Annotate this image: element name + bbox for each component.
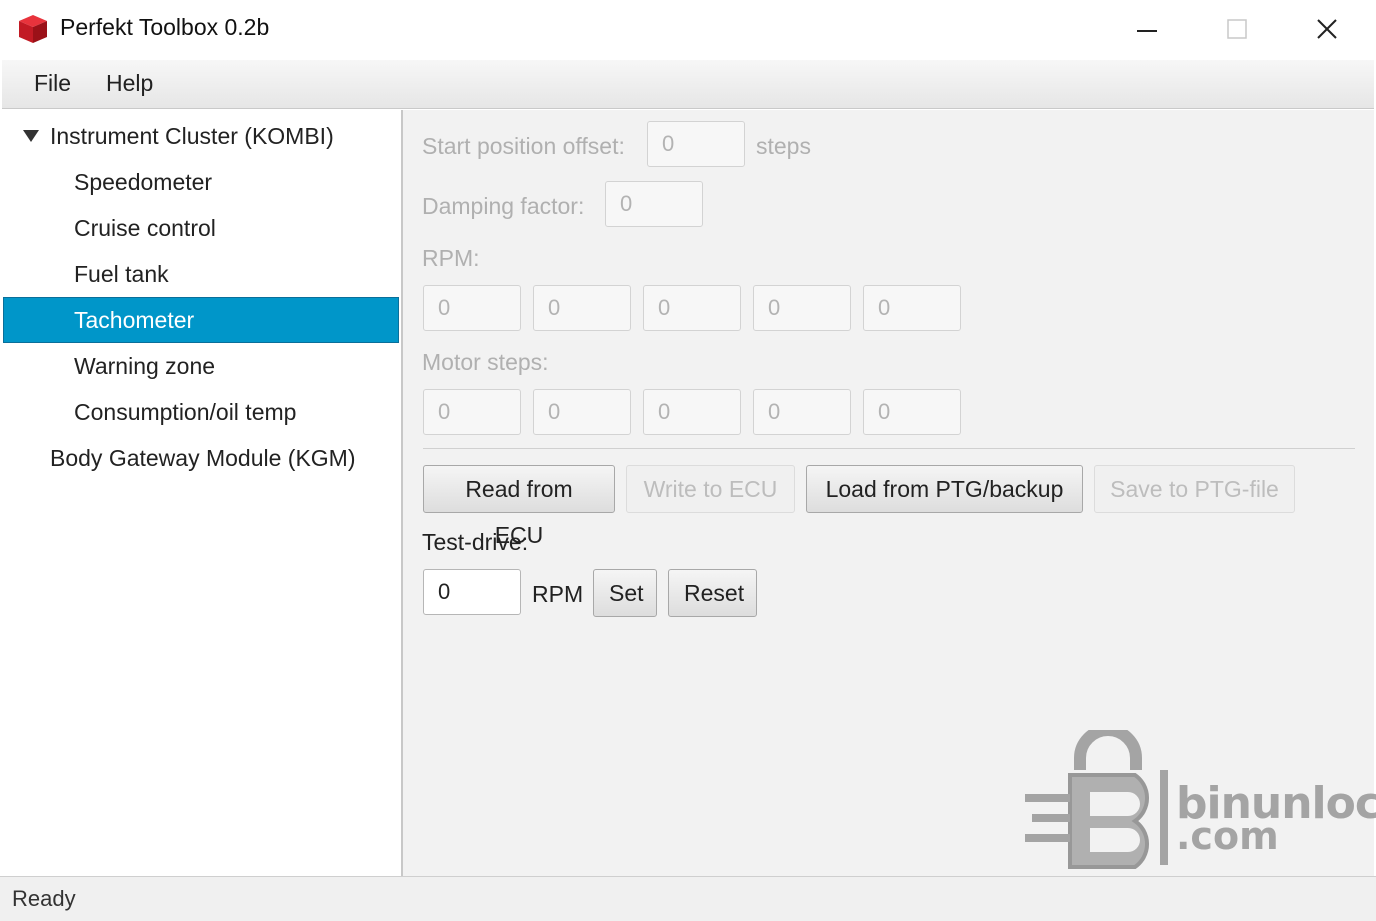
title-bar: Perfekt Toolbox 0.2b: [0, 0, 1376, 60]
tree-item-label: Cruise control: [74, 214, 216, 241]
rpm-input-1[interactable]: 0: [423, 285, 521, 331]
tree-item-cruise-control[interactable]: Cruise control: [3, 205, 399, 251]
start-offset-label: Start position offset:: [422, 133, 625, 159]
divider: [423, 448, 1355, 449]
tree-item-instrument-cluster[interactable]: Instrument Cluster (KOMBI): [3, 113, 399, 159]
motor-steps-input-3[interactable]: 0: [643, 389, 741, 435]
status-bar: Ready: [0, 876, 1376, 921]
rpm-input-3[interactable]: 0: [643, 285, 741, 331]
rpm-input-5[interactable]: 0: [863, 285, 961, 331]
steps-unit-label: steps: [756, 133, 811, 159]
minimize-button[interactable]: [1102, 0, 1192, 58]
motor-steps-input-4[interactable]: 0: [753, 389, 851, 435]
motor-steps-input-2[interactable]: 0: [533, 389, 631, 435]
motor-steps-input-5[interactable]: 0: [863, 389, 961, 435]
watermark-domain: .com: [1176, 814, 1279, 858]
rpm-unit-label: RPM: [532, 581, 584, 607]
read-from-ecu-button[interactable]: Read from ECU: [423, 465, 615, 548]
set-button[interactable]: Set: [593, 569, 657, 617]
test-drive-rpm-input[interactable]: 0: [423, 569, 521, 615]
menu-help[interactable]: Help: [106, 70, 153, 97]
reset-button[interactable]: Reset: [668, 569, 757, 617]
maximize-icon: [1227, 19, 1247, 39]
tree-item-label: Body Gateway Module (KGM): [50, 444, 356, 471]
tree-item-label: Warning zone: [74, 352, 216, 379]
tree-item-tachometer[interactable]: Tachometer: [3, 297, 399, 343]
padlock-logo-icon: [1025, 724, 1168, 869]
tree-item-body-gateway-module[interactable]: Body Gateway Module (KGM): [3, 435, 399, 481]
rpm-input-2[interactable]: 0: [533, 285, 631, 331]
menu-file[interactable]: File: [34, 70, 71, 97]
save-to-ptg-file-button[interactable]: Save to PTG-file: [1094, 465, 1295, 513]
status-text: Ready: [12, 886, 76, 911]
close-icon: [1317, 19, 1337, 39]
tree-item-label: Consumption/oil temp: [74, 398, 297, 425]
tree-item-label: Fuel tank: [74, 260, 169, 287]
minimize-icon: [1137, 30, 1157, 32]
tree-item-consumption-oil-temp[interactable]: Consumption/oil temp: [3, 389, 399, 435]
load-from-ptg-button[interactable]: Load from PTG/backup: [806, 465, 1083, 513]
tree-item-fuel-tank[interactable]: Fuel tank: [3, 251, 399, 297]
motor-steps-input-1[interactable]: 0: [423, 389, 521, 435]
test-drive-label: Test-drive:: [422, 529, 529, 555]
navigation-tree: Instrument Cluster (KOMBI) Speedometer C…: [3, 110, 403, 876]
rpm-input-4[interactable]: 0: [753, 285, 851, 331]
tree-item-label: Instrument Cluster (KOMBI): [50, 122, 334, 149]
damping-factor-input[interactable]: 0: [605, 181, 703, 227]
rpm-label: RPM:: [422, 245, 480, 271]
start-offset-input[interactable]: 0: [647, 121, 745, 167]
expand-arrow-icon[interactable]: [23, 130, 39, 142]
red-cube-icon: [19, 15, 47, 43]
tree-item-speedometer[interactable]: Speedometer: [3, 159, 399, 205]
close-button[interactable]: [1282, 0, 1372, 58]
tree-item-warning-zone[interactable]: Warning zone: [3, 343, 399, 389]
write-to-ecu-button[interactable]: Write to ECU: [626, 465, 795, 513]
maximize-button[interactable]: [1192, 0, 1282, 58]
window-title: Perfekt Toolbox 0.2b: [60, 14, 270, 40]
tree-item-label: Speedometer: [74, 168, 213, 195]
menu-bar: File Help: [2, 60, 1374, 109]
binunlock-watermark: binunlock .com: [1020, 724, 1376, 870]
tree-item-label: Tachometer: [74, 306, 195, 333]
motor-steps-label: Motor steps:: [422, 349, 549, 375]
damping-factor-label: Damping factor:: [422, 193, 585, 219]
